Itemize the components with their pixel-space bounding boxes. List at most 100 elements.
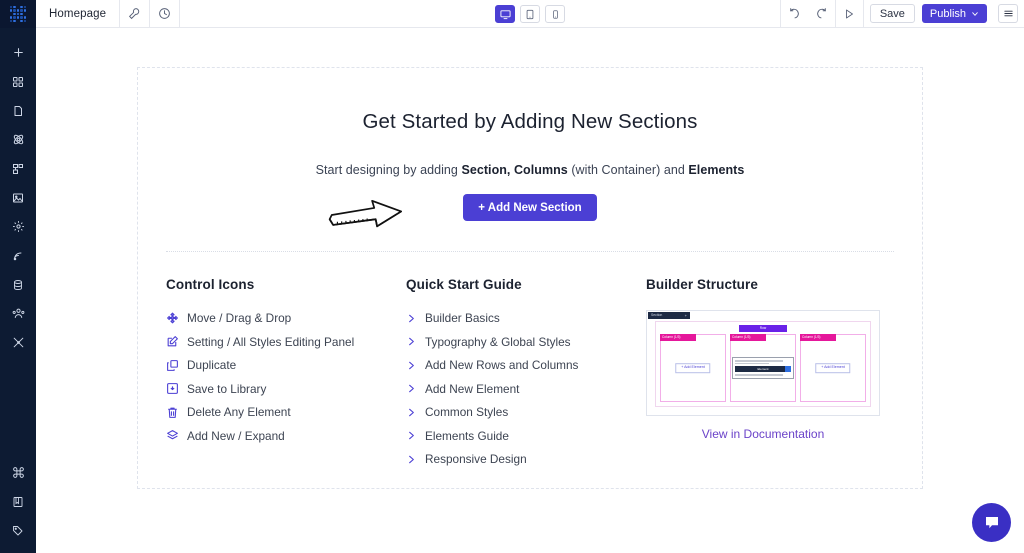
chevron-right-icon xyxy=(406,360,417,371)
add-new-section-button[interactable]: + Add New Section xyxy=(463,194,597,221)
page-icon xyxy=(14,105,22,116)
chat-bubble-icon xyxy=(985,516,998,528)
subtitle-part-2: (with Container) and xyxy=(567,163,689,177)
control-icons-list: Move / Drag & Drop Setting / All Styles … xyxy=(166,311,406,443)
diagram-column-label: Column (1/3) xyxy=(802,334,821,339)
diagram-add-element: + Add Element xyxy=(675,363,711,373)
subtitle-part-1: Start designing by adding xyxy=(315,163,462,177)
app-logo[interactable] xyxy=(0,0,36,28)
trash-icon xyxy=(166,406,179,419)
grid-icon xyxy=(13,76,23,87)
left-sidebar xyxy=(0,0,36,553)
control-icons-column: Control Icons Move / Drag & Drop Setting… xyxy=(166,277,406,466)
sidebar-item-database[interactable] xyxy=(0,270,36,299)
list-item-delete[interactable]: Delete Any Element xyxy=(166,405,406,419)
publish-button[interactable]: Publish xyxy=(921,4,987,23)
sidebar-item-integrations[interactable] xyxy=(0,241,36,270)
undo-button[interactable] xyxy=(781,0,808,28)
chevron-right-icon xyxy=(406,454,417,465)
users-icon xyxy=(12,308,24,318)
onboarding-card: Get Started by Adding New Sections Start… xyxy=(137,67,923,489)
book-icon xyxy=(13,496,23,507)
builder-structure-column: Builder Structure Section + Row Column (… xyxy=(646,277,894,466)
chevron-right-icon xyxy=(406,407,417,418)
view-documentation-link[interactable]: View in Documentation xyxy=(646,427,880,441)
edit-pencil-icon xyxy=(166,335,179,348)
quick-start-title: Quick Start Guide xyxy=(406,277,522,292)
desktop-icon xyxy=(499,9,511,19)
info-columns: Control Icons Move / Drag & Drop Setting… xyxy=(138,252,922,466)
tablet-view-button[interactable] xyxy=(520,5,540,23)
sidebar-item-documentation[interactable] xyxy=(0,487,36,516)
list-item-settings[interactable]: Setting / All Styles Editing Panel xyxy=(166,335,406,349)
sidebar-item-users[interactable] xyxy=(0,299,36,328)
diagram-column-tab: Column (1/3) xyxy=(660,334,696,341)
list-item-add-expand[interactable]: Add New / Expand xyxy=(166,429,406,443)
list-item-label: Add New Element xyxy=(425,381,520,396)
list-item-builder-basics[interactable]: Builder Basics xyxy=(406,311,646,325)
support-chat-button[interactable] xyxy=(972,503,1011,542)
list-item-label: Add New Rows and Columns xyxy=(425,358,579,372)
list-item-rows-columns[interactable]: Add New Rows and Columns xyxy=(406,358,646,372)
list-item-label: Add New / Expand xyxy=(187,428,285,443)
diagram-section-label: Section xyxy=(651,312,663,317)
sidebar-item-templates[interactable] xyxy=(0,125,36,154)
diagram-column-label: Column (1/3) xyxy=(662,334,681,339)
tablet-icon xyxy=(526,9,534,19)
tab-homepage[interactable]: Homepage xyxy=(36,0,121,27)
toolbar-right-group: Save Publish xyxy=(779,0,1024,28)
top-toolbar: Homepage Save Publish xyxy=(36,0,1024,28)
chevron-right-icon xyxy=(406,313,417,324)
app-root: Homepage Save Publish Get Started by Add… xyxy=(0,0,1024,553)
list-item-duplicate[interactable]: Duplicate xyxy=(166,358,406,372)
revision-history-button[interactable] xyxy=(150,0,181,27)
diagram-row-label: Row xyxy=(759,325,767,330)
tag-icon xyxy=(13,525,23,535)
list-item-move[interactable]: Move / Drag & Drop xyxy=(166,311,406,325)
tools-icon xyxy=(13,337,23,348)
list-item-responsive-design[interactable]: Responsive Design xyxy=(406,452,646,466)
sidebar-icon-list xyxy=(0,28,36,357)
main-menu-button[interactable] xyxy=(998,4,1018,23)
list-item-typography[interactable]: Typography & Global Styles xyxy=(406,335,646,349)
sidebar-item-tools[interactable] xyxy=(0,328,36,357)
diagram-text-line xyxy=(735,362,769,364)
desktop-view-button[interactable] xyxy=(495,5,515,23)
sidebar-item-history[interactable] xyxy=(0,516,36,545)
diagram-add-element: + Add Element xyxy=(815,363,851,373)
diagram-element-label: Element xyxy=(757,366,769,371)
redo-button[interactable] xyxy=(808,0,835,28)
image-icon xyxy=(13,193,23,202)
diagram-column-3: Column (1/3) + Add Element xyxy=(800,334,866,402)
chevron-right-icon xyxy=(406,430,417,441)
publish-label: Publish xyxy=(929,7,966,20)
mobile-view-button[interactable] xyxy=(545,5,565,23)
command-icon xyxy=(12,467,24,478)
hero-section: Get Started by Adding New Sections Start… xyxy=(138,68,922,252)
list-item-elements-guide[interactable]: Elements Guide xyxy=(406,429,646,443)
preview-button[interactable] xyxy=(836,0,863,28)
list-item-save-library[interactable]: Save to Library xyxy=(166,382,406,396)
page-settings-button[interactable] xyxy=(120,0,151,27)
clock-icon xyxy=(159,8,170,19)
sidebar-item-structure[interactable] xyxy=(0,154,36,183)
sidebar-bottom-group xyxy=(0,458,36,553)
sidebar-item-media[interactable] xyxy=(0,183,36,212)
sidebar-item-pages[interactable] xyxy=(0,96,36,125)
list-item-common-styles[interactable]: Common Styles xyxy=(406,405,646,419)
list-item-label: Delete Any Element xyxy=(187,405,291,419)
diagram-column-1: Column (1/3) + Add Element xyxy=(660,334,726,402)
save-button[interactable]: Save xyxy=(869,4,915,23)
list-item-label: Duplicate xyxy=(187,358,237,372)
sidebar-item-shortcuts[interactable] xyxy=(0,458,36,487)
list-item-add-element[interactable]: Add New Element xyxy=(406,382,646,396)
chevron-right-icon xyxy=(406,336,417,347)
list-item-label: Elements Guide xyxy=(425,428,509,443)
diagram-element-toolbar: Element xyxy=(735,366,791,372)
redo-icon xyxy=(817,8,826,19)
sidebar-item-settings[interactable] xyxy=(0,212,36,241)
undo-icon xyxy=(790,8,799,19)
sidebar-item-add-new[interactable] xyxy=(0,38,36,67)
sidebar-item-layouts[interactable] xyxy=(0,67,36,96)
list-item-label: Setting / All Styles Editing Panel xyxy=(187,334,355,349)
